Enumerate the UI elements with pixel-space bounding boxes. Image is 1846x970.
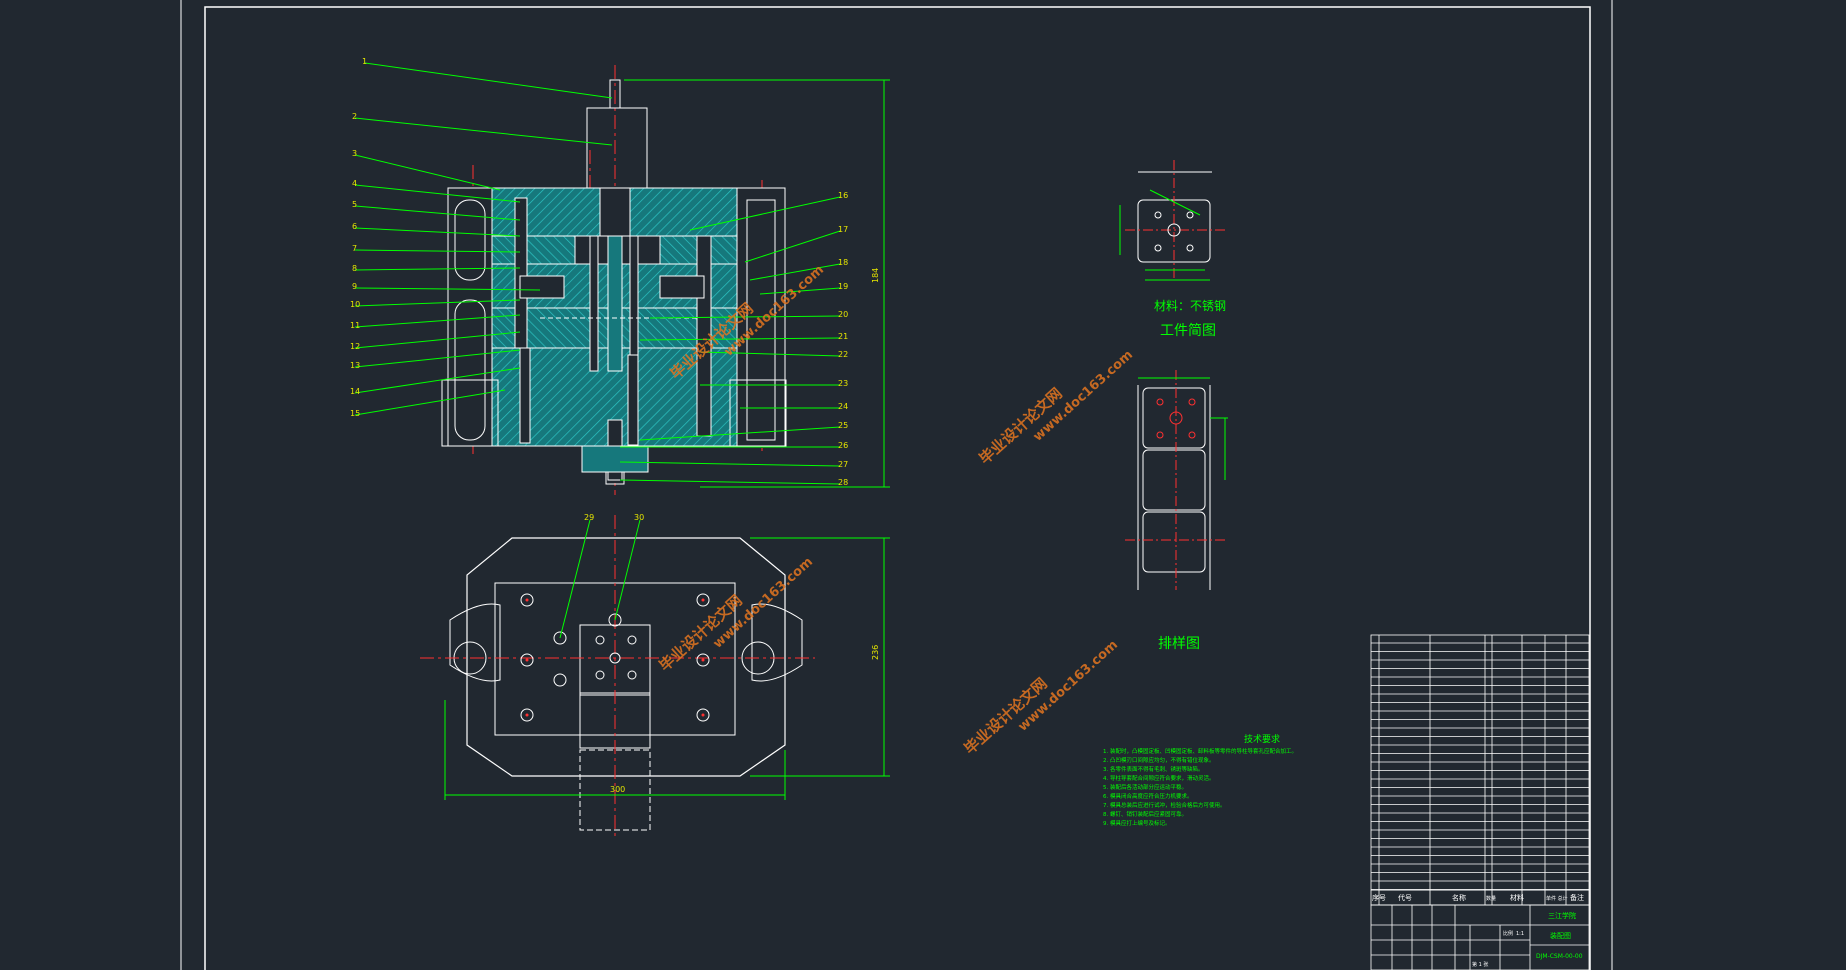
part-drawing: 材料：不锈钢 工件简图 <box>1119 160 1226 339</box>
tech-req-line: 6. 模具闭合高度应符合压力机要求。 <box>1103 792 1193 800</box>
part-label: 18 <box>838 258 848 267</box>
svg-text:184: 184 <box>871 268 880 283</box>
part-label: 25 <box>838 421 848 430</box>
part-label: 16 <box>838 191 848 200</box>
part-label: 17 <box>838 225 848 234</box>
part-labels-right: 16 17 18 19 20 21 22 23 24 25 26 27 28 <box>838 191 848 487</box>
sheet-border <box>180 0 1613 970</box>
part-label: 4 <box>352 179 357 188</box>
part-label: 26 <box>838 441 848 450</box>
part-label: 10 <box>350 300 360 309</box>
part-label: 6 <box>352 222 357 231</box>
part-labels-left: 1 2 3 4 5 6 7 8 9 10 11 12 13 14 15 <box>350 57 367 418</box>
part-label: 11 <box>350 321 360 330</box>
part-material: 材料：不锈钢 <box>1154 299 1226 313</box>
part-label: 24 <box>838 402 848 411</box>
part-label: 7 <box>352 244 357 253</box>
part-label: 14 <box>350 387 360 396</box>
tech-req-line: 8. 螺钉、销钉装配后应紧固可靠。 <box>1103 810 1187 818</box>
part-label: 29 <box>584 513 594 522</box>
part-label: 13 <box>350 361 360 370</box>
part-label: 22 <box>838 350 848 359</box>
part-label: 21 <box>838 332 848 341</box>
bom-col-remark: 备注 <box>1570 893 1584 902</box>
bom-col-no: 序号 <box>1372 893 1386 902</box>
part-label: 28 <box>838 478 848 487</box>
bom-col-code: 代号 <box>1398 893 1412 902</box>
front-section-view: 184 <box>441 65 890 495</box>
bom-col-material: 材料 <box>1510 893 1524 902</box>
part-label: 15 <box>350 409 360 418</box>
watermarks: 毕业设计论文网 www.doc163.com 毕业设计论文网 www.doc16… <box>656 263 1136 758</box>
part-label: 30 <box>634 513 644 522</box>
tech-req-line: 1. 装配时，凸模固定板、凹模固定板、卸料板等零件的导柱导套孔应配合加工。 <box>1103 747 1297 755</box>
part-label: 12 <box>350 342 360 351</box>
sheet-number: 第 1 张 <box>1472 961 1488 968</box>
tech-req-line: 7. 模具总装后应进行试冲，检验合格后方可使用。 <box>1103 801 1226 809</box>
part-label: 27 <box>838 460 848 469</box>
drawing-number: DJM-CSM-00-00 <box>1536 953 1583 960</box>
tech-req-line: 2. 凸凹模刃口间隙应均匀，不得有错位现象。 <box>1103 756 1215 764</box>
tech-req-line: 3. 各零件表面不得有毛刺、锈斑等缺陷。 <box>1103 765 1204 773</box>
part-label: 20 <box>838 310 848 319</box>
title-block: 三江学院 装配图 DJM-CSM-00-00 比例 1:1 第 1 张 <box>1370 904 1590 970</box>
strip-layout: 排样图 <box>1125 370 1228 652</box>
part-label: 1 <box>362 57 367 66</box>
bom-col-name: 名称 <box>1452 893 1466 902</box>
part-label: 2 <box>352 112 357 121</box>
part-label: 23 <box>838 379 848 388</box>
bom-table <box>1370 634 1590 906</box>
tech-req-title: 技术要求 <box>1244 733 1280 745</box>
scale-value: 1:1 <box>1516 931 1524 937</box>
part-label: 5 <box>352 200 357 209</box>
part-label: 3 <box>352 149 357 158</box>
drawing-name: 装配图 <box>1550 931 1571 940</box>
tech-req-line: 5. 装配后各活动部分应运动平稳。 <box>1103 783 1187 791</box>
plan-view: 300 236 29 30 <box>420 513 890 840</box>
part-label: 19 <box>838 282 848 291</box>
layout-title: 排样图 <box>1158 636 1200 652</box>
svg-text:300: 300 <box>610 785 625 794</box>
tech-requirements: 技术要求 1. 装配时，凸模固定板、凹模固定板、卸料板等零件的导柱导套孔应配合加… <box>1103 733 1297 827</box>
bom-header: 序号 代号 名称 数量 材料 单件 总计 备注 <box>1372 893 1584 902</box>
tech-req-line: 4. 导柱导套配合间隙应符合要求，滑动灵活。 <box>1103 774 1215 782</box>
cad-drawing-canvas: 184 1 2 3 4 5 6 7 8 9 10 11 12 13 14 15 … <box>180 0 1613 970</box>
svg-text:236: 236 <box>871 645 880 660</box>
part-label: 8 <box>352 264 357 273</box>
tech-req-line: 9. 模具应打上编号及标记。 <box>1103 819 1171 827</box>
part-drawing-title: 工件简图 <box>1160 322 1216 339</box>
bom-col-weight: 单件 总计 <box>1546 895 1568 902</box>
part-label: 9 <box>352 282 357 291</box>
scale-label: 比例 <box>1503 930 1513 937</box>
school-name: 三江学院 <box>1548 911 1576 920</box>
bom-col-qty: 数量 <box>1486 895 1496 902</box>
